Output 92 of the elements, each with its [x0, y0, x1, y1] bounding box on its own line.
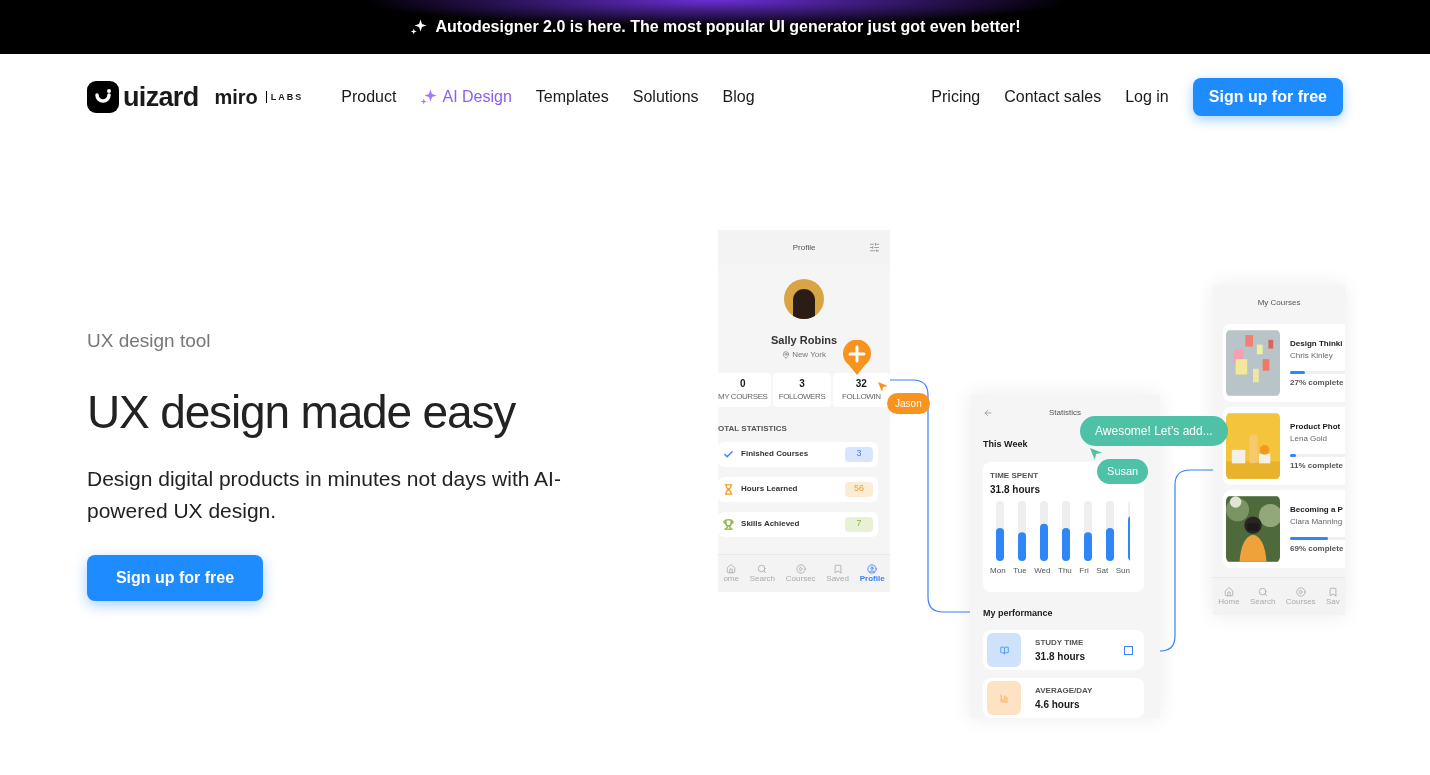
- day-label: Mon: [990, 564, 1006, 577]
- partner-suffix: LABS: [265, 91, 304, 103]
- nav-link[interactable]: Pricing: [931, 85, 981, 109]
- cursor-icon: [878, 382, 889, 392]
- course-author: Chris Kinley: [1290, 349, 1333, 362]
- row-label: AVERAGE/DAY: [1035, 684, 1093, 697]
- signup-button[interactable]: Sign up for free: [1192, 78, 1343, 116]
- hero-title: UX design made easy: [87, 384, 517, 440]
- collaborator-tag: Jason: [887, 393, 930, 414]
- stat-label: FOLLOWERS: [778, 391, 826, 403]
- book-icon: [987, 633, 1022, 667]
- screen-title: Statistics: [1049, 406, 1082, 419]
- tab-icon: [795, 563, 806, 574]
- eyebrow-text: UX design tool: [87, 329, 212, 353]
- chart-icon: [987, 681, 1022, 715]
- tab-item[interactable]: Sav: [1326, 586, 1340, 607]
- sparkle-icon: [409, 18, 428, 36]
- tab-item[interactable]: Search: [1250, 586, 1276, 607]
- signup-button[interactable]: Sign up for free: [87, 554, 263, 601]
- profile-name: Sally Robins: [771, 333, 838, 348]
- count-badge: 56: [845, 481, 874, 497]
- back-icon[interactable]: [983, 407, 994, 418]
- row-value: 4.6 hours: [1035, 697, 1081, 712]
- logo-text: uizard: [123, 80, 199, 114]
- hero-subtitle: Design digital products in minutes not days with AI-powered UX design.: [87, 465, 562, 524]
- stat-value: 32: [855, 377, 867, 391]
- nav-link[interactable]: Solutions: [632, 85, 699, 109]
- tab-icon: [757, 563, 768, 574]
- chat-bubble: Awesome! Let’s add...: [1080, 416, 1228, 446]
- nav-link[interactable]: Contact sales: [1004, 85, 1102, 109]
- course-title: Design Thinki: [1290, 337, 1343, 350]
- day-label: Wed: [1034, 564, 1051, 577]
- tab-item[interactable]: Coursec: [785, 563, 816, 584]
- tab-icon: [1327, 586, 1338, 597]
- course-author: Lena Gold: [1290, 432, 1327, 445]
- section-title: OTAL STATISTICS: [718, 422, 787, 435]
- row-value: 31.8 hours: [1035, 649, 1086, 664]
- nav-link[interactable]: Blog: [722, 85, 755, 109]
- partner-logo: miro: [214, 85, 258, 110]
- tab-item[interactable]: Search: [749, 563, 776, 584]
- sparkle-icon: [420, 88, 439, 106]
- nav-link[interactable]: Log in: [1125, 85, 1169, 109]
- count-badge: 3: [845, 446, 874, 462]
- tab-item[interactable]: Profile: [859, 563, 885, 584]
- card-label: TIME SPENT: [990, 469, 1039, 482]
- stat-label: FOLLOWIN: [842, 391, 881, 403]
- day-label: Sat: [1096, 564, 1109, 577]
- section-title: My performance: [983, 606, 1054, 620]
- course-title: Product Phot: [1290, 420, 1341, 433]
- tab-icon: [1295, 586, 1306, 597]
- course-author: Clara Manning: [1290, 515, 1343, 528]
- screen-title: My Courses: [1257, 296, 1301, 309]
- day-label: Tue: [1013, 564, 1027, 577]
- profile-location: New York: [792, 348, 826, 361]
- row-label: Skills Achieved: [741, 518, 800, 530]
- tab-icon: [726, 563, 737, 574]
- row-label: Finished Courses: [741, 448, 809, 460]
- tab-item[interactable]: Saved: [826, 563, 849, 584]
- stat-value: 0: [739, 377, 746, 391]
- tab-icon: [1223, 586, 1234, 597]
- add-pin[interactable]: [843, 340, 872, 375]
- day-label: Fri: [1079, 564, 1089, 577]
- tab-item[interactable]: ome: [723, 563, 739, 584]
- row-label: Hours Learned: [741, 483, 798, 495]
- progress-label: 11% complete: [1290, 459, 1343, 472]
- avatar: [784, 279, 825, 319]
- row-label: STUDY TIME: [1035, 636, 1085, 649]
- day-label: Sun: [1115, 564, 1130, 577]
- announcement-text: Autodesigner 2.0 is here. The most popular UI generator just got even better!: [435, 17, 1021, 37]
- tab-icon: [832, 563, 843, 574]
- tab-icon: [867, 563, 878, 574]
- progress-label: 69% complete: [1290, 542, 1344, 555]
- pin-icon: [782, 350, 791, 359]
- count-badge: 7: [845, 516, 874, 532]
- card-value: 31.8 hours: [990, 482, 1041, 497]
- day-label: Thu: [1058, 564, 1072, 577]
- connector-handle: [1124, 646, 1134, 655]
- filter-icon[interactable]: [869, 242, 881, 253]
- nav-link[interactable]: Product: [341, 85, 397, 109]
- nav-link[interactable]: AI Design: [420, 85, 512, 109]
- stat-value: 3: [799, 377, 805, 391]
- progress-label: 27% complete: [1290, 376, 1344, 389]
- tab-icon: [1257, 586, 1268, 597]
- collaborator-tag: Susan: [1097, 459, 1149, 484]
- screen-title: Profile: [792, 241, 816, 254]
- section-title: This Week: [983, 438, 1029, 451]
- course-title: Becoming a P: [1290, 503, 1343, 516]
- stat-label: MY COURSES: [718, 391, 768, 403]
- tab-item[interactable]: Home: [1218, 586, 1240, 607]
- logo-icon: [87, 81, 119, 113]
- tab-item[interactable]: Courses: [1285, 586, 1316, 607]
- nav-link[interactable]: Templates: [535, 85, 609, 109]
